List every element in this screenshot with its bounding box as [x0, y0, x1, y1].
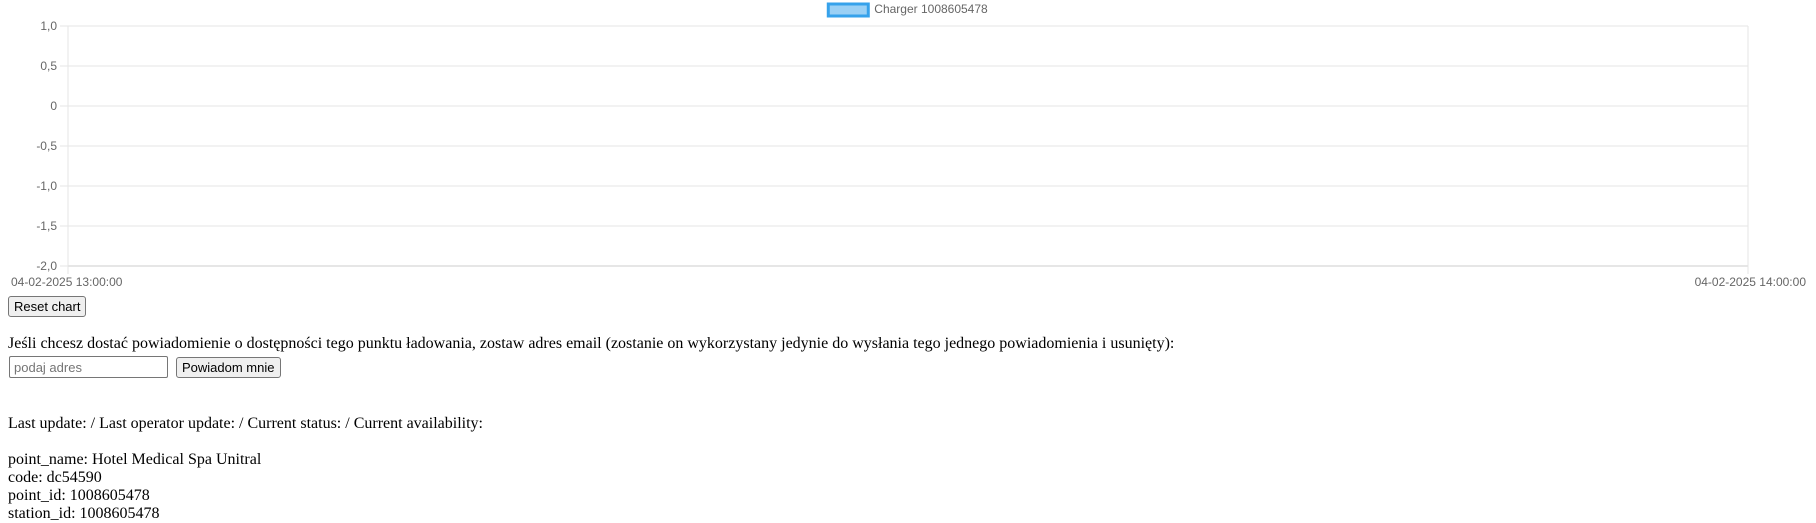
legend-swatch: [826, 2, 870, 18]
y-tick-label: -0,5: [36, 139, 57, 153]
y-tick-label: 0,5: [40, 59, 57, 73]
station-id: station_id: 1008605478: [8, 505, 160, 522]
availability-chart: Charger 1008605478 1,0 0,5 0 -0,5 -1,0 -1,5 -2…: [11, 2, 1806, 289]
y-axis: 1,0 0,5 0 -0,5 -1,0 -1,5 -2,0: [36, 19, 57, 273]
y-tick-label: 1,0: [40, 19, 57, 33]
point-id: point_id: 1008605478: [8, 487, 150, 504]
notify-description: Jeśli chcesz dostać powiadomienie o dost…: [8, 335, 1175, 352]
status-line: Last update: / Last operator update: / C…: [8, 415, 483, 432]
chart-grid: [60, 25, 1749, 274]
y-tick-label: 0: [50, 99, 57, 113]
y-tick-label: -2,0: [36, 259, 57, 273]
point-info: point_name: Hotel Medical Spa Unitral co…: [8, 451, 261, 523]
y-tick-label: -1,5: [36, 219, 57, 233]
chart-legend[interactable]: Charger 1008605478: [826, 2, 988, 18]
email-input[interactable]: [9, 356, 168, 378]
point-name: point_name: Hotel Medical Spa Unitral: [8, 451, 262, 468]
x-tick-label: 04-02-2025 13:00:00: [11, 275, 123, 289]
point-code: code: dc54590: [8, 469, 102, 486]
y-tick-label: -1,0: [36, 179, 57, 193]
legend-label: Charger 1008605478: [874, 2, 988, 16]
reset-chart-button[interactable]: Reset chart: [8, 296, 87, 317]
x-axis: 04-02-2025 13:00:00 04-02-2025 14:00:00: [11, 275, 1806, 289]
notify-me-button[interactable]: Powiadom mnie: [176, 357, 281, 378]
x-tick-label: 04-02-2025 14:00:00: [1695, 275, 1807, 289]
